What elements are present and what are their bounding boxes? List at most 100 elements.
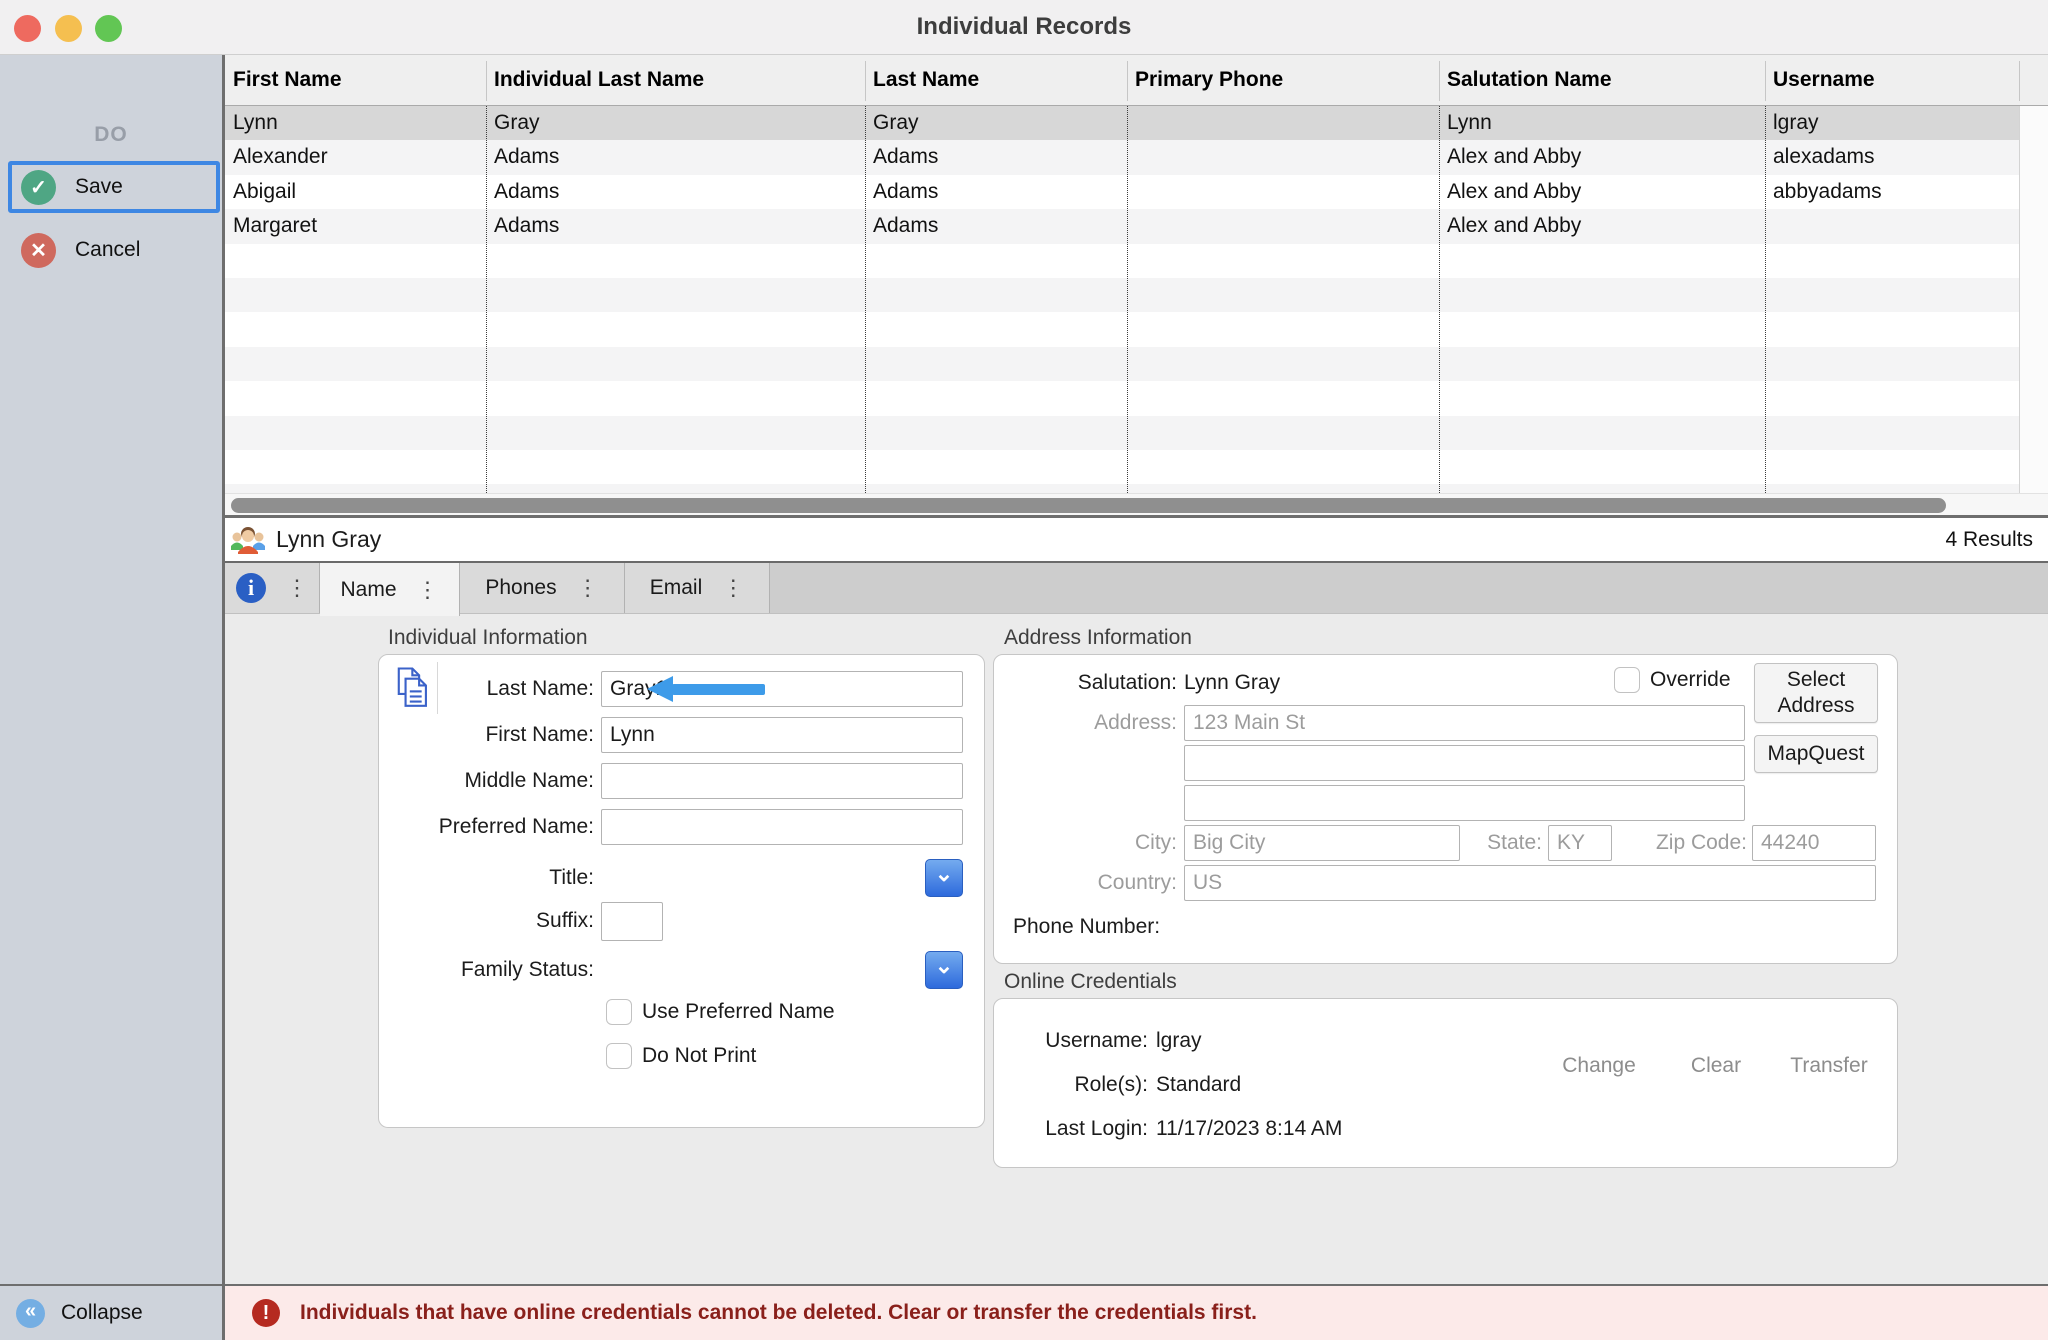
error-banner: ! Individuals that have online credentia… (222, 1286, 2048, 1340)
username-label: Username: (994, 1027, 1148, 1055)
records-table-header: First Name Individual Last Name Last Nam… (225, 55, 2048, 106)
tab-name[interactable]: Name ⋮ (320, 563, 460, 616)
error-exclamation-icon: ! (252, 1299, 280, 1327)
column-separator (1765, 106, 1766, 493)
zip-code-input[interactable] (1752, 825, 1876, 861)
column-header-individual-last-name[interactable]: Individual Last Name (486, 55, 865, 105)
table-row-alexander-adams[interactable]: Alexander Adams Adams Alex and Abby alex… (225, 140, 2019, 174)
column-separator (865, 106, 866, 493)
cancel-button[interactable]: ✕ Cancel (8, 224, 220, 276)
preferred-name-label: Preferred Name: (379, 809, 594, 845)
individual-information-title: Individual Information (388, 626, 588, 650)
records-table-body: Lynn Gray Gray Lynn lgray Alexander Adam… (225, 106, 2019, 493)
header-separator (2019, 61, 2020, 101)
middle-name-input[interactable] (601, 763, 963, 799)
cell-first-name: Abigail (225, 175, 486, 209)
save-button[interactable]: ✓ Save (8, 161, 220, 213)
roles-label: Role(s): (994, 1071, 1148, 1099)
tab-email[interactable]: Email ⋮ (625, 563, 770, 613)
country-input[interactable] (1184, 865, 1876, 901)
address-information-title: Address Information (1004, 626, 1192, 650)
horizontal-scrollbar-thumb[interactable] (231, 498, 1946, 513)
clear-credentials-button[interactable]: Clear (1676, 1054, 1756, 1078)
annotation-arrow-head (647, 676, 673, 702)
tab-phones-label: Phones (485, 576, 556, 600)
cell-last-name: Adams (865, 140, 1127, 174)
override-label: Override (1650, 667, 1731, 693)
vertical-scrollbar-track[interactable] (2019, 106, 2048, 493)
select-address-button[interactable]: Select Address (1754, 663, 1878, 723)
tab-name-label: Name (340, 578, 396, 602)
column-header-salutation-name[interactable]: Salutation Name (1439, 55, 1765, 105)
online-credentials-panel: Username: lgray Role(s): Standard Last L… (993, 998, 1898, 1168)
column-header-username[interactable]: Username (1765, 55, 2019, 105)
tab-menu-dots-icon[interactable]: ⋮ (722, 575, 744, 601)
tab-info[interactable]: i ⋮ (225, 563, 320, 613)
column-header-last-name[interactable]: Last Name (865, 55, 1127, 105)
cell-username: alexadams (1765, 140, 2019, 174)
change-credentials-button[interactable]: Change (1549, 1054, 1649, 1078)
address-line2-input[interactable] (1184, 745, 1745, 781)
family-status-label: Family Status: (379, 952, 594, 988)
suffix-input[interactable] (601, 902, 663, 941)
cell-individual-last-name: Adams (486, 175, 865, 209)
address-line1-input[interactable] (1184, 705, 1745, 741)
action-sidebar: DO ✓ Save ✕ Cancel (0, 55, 222, 1284)
cell-username: abbyadams (1765, 175, 2019, 209)
transfer-credentials-button[interactable]: Transfer (1779, 1054, 1879, 1078)
cell-individual-last-name: Adams (486, 209, 865, 243)
cell-first-name: Alexander (225, 140, 486, 174)
state-input[interactable] (1548, 825, 1612, 861)
first-name-input[interactable] (601, 717, 963, 753)
middle-name-label: Middle Name: (379, 763, 594, 799)
tab-menu-dots-icon[interactable]: ⋮ (417, 577, 439, 603)
table-row-lynn-gray[interactable]: Lynn Gray Gray Lynn lgray (225, 106, 2019, 140)
header-separator (1439, 61, 1440, 101)
table-row-abigail-adams[interactable]: Abigail Adams Adams Alex and Abby abbyad… (225, 175, 2019, 209)
column-header-primary-phone[interactable]: Primary Phone (1127, 55, 1439, 105)
divider (0, 1284, 2048, 1286)
table-row-empty (225, 416, 2019, 450)
zip-code-label: Zip Code: (1624, 825, 1747, 861)
collapse-button[interactable]: Collapse (61, 1301, 143, 1325)
person-icon (230, 526, 266, 554)
chevron-down-icon: ⌄ (935, 861, 953, 887)
family-status-dropdown-button[interactable]: ⌄ (925, 951, 963, 989)
cell-last-name: Adams (865, 175, 1127, 209)
address-information-panel: Salutation: Lynn Gray Override Select Ad… (993, 654, 1898, 964)
preferred-name-input[interactable] (601, 809, 963, 845)
table-row-empty (225, 484, 2019, 493)
column-separator (1439, 106, 1440, 493)
table-row-empty (225, 278, 2019, 312)
phone-number-label: Phone Number: (1013, 909, 1263, 945)
address-line3-input[interactable] (1184, 785, 1745, 821)
cell-last-name: Gray (865, 106, 1127, 140)
title-dropdown-button[interactable]: ⌄ (925, 859, 963, 897)
tab-menu-dots-icon[interactable]: ⋮ (286, 575, 308, 601)
tab-menu-dots-icon[interactable]: ⋮ (577, 575, 599, 601)
mapquest-button[interactable]: MapQuest (1754, 735, 1878, 773)
do-not-print-checkbox[interactable] (606, 1043, 632, 1069)
use-preferred-name-label: Use Preferred Name (642, 999, 835, 1025)
table-row-margaret-adams[interactable]: Margaret Adams Adams Alex and Abby (225, 209, 2019, 243)
city-input[interactable] (1184, 825, 1460, 861)
cell-primary-phone (1127, 106, 1439, 140)
state-label: State: (1460, 825, 1542, 861)
tab-phones[interactable]: Phones ⋮ (460, 563, 625, 613)
column-header-first-name[interactable]: First Name (225, 55, 486, 105)
roles-value: Standard (1156, 1071, 1516, 1099)
last-login-label: Last Login: (994, 1115, 1148, 1143)
tab-email-label: Email (650, 576, 703, 600)
cell-primary-phone (1127, 175, 1439, 209)
city-label: City: (994, 825, 1177, 861)
first-name-label: First Name: (379, 717, 594, 753)
collapse-bar: « Collapse (0, 1286, 222, 1340)
header-separator (865, 61, 866, 101)
username-value: lgray (1156, 1027, 1516, 1055)
override-checkbox[interactable] (1614, 667, 1640, 693)
cell-primary-phone (1127, 140, 1439, 174)
sidebar-section-header: DO (0, 123, 222, 147)
cross-icon: ✕ (21, 233, 56, 268)
horizontal-scrollbar-track (225, 493, 2048, 515)
use-preferred-name-checkbox[interactable] (606, 999, 632, 1025)
